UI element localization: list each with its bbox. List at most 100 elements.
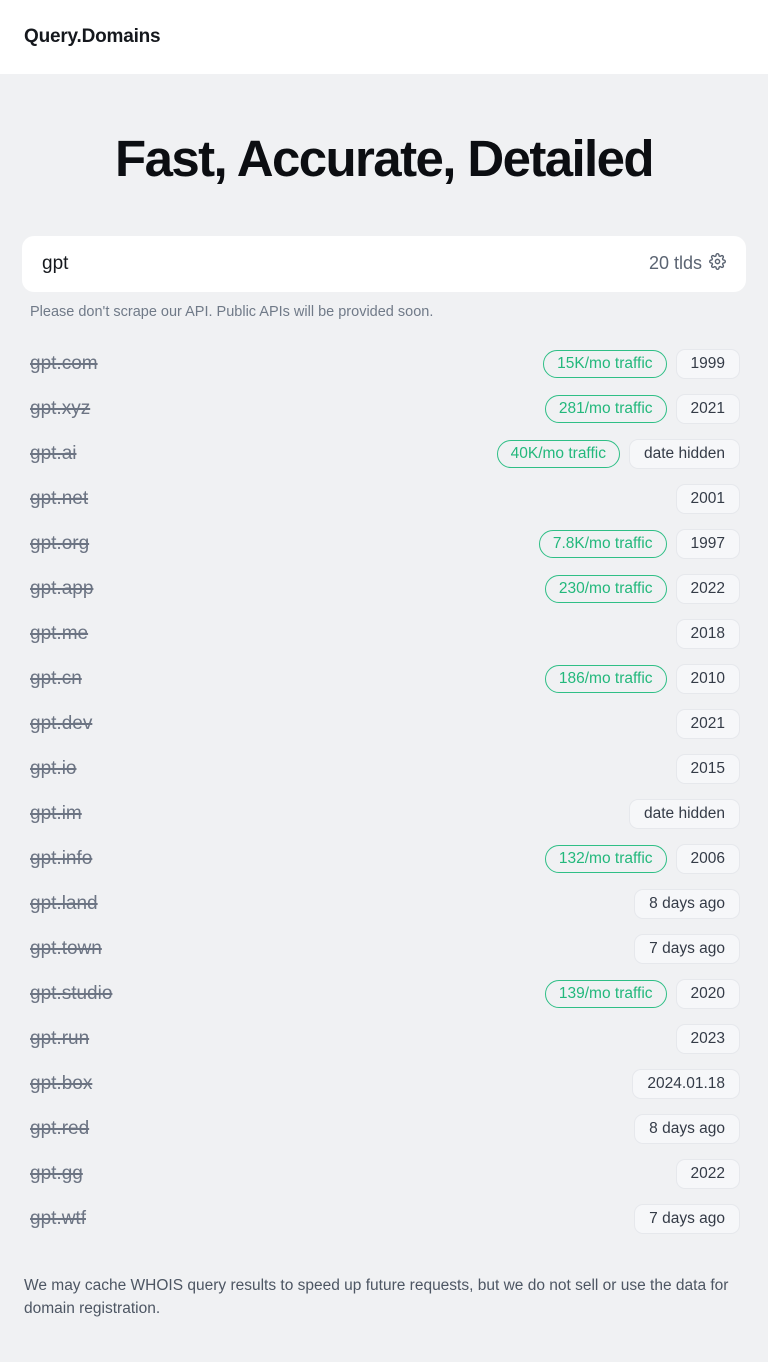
domain-badges: 2024.01.18 (632, 1068, 740, 1100)
traffic-badge: 15K/mo traffic (543, 349, 667, 379)
date-badge: 2015 (675, 753, 740, 785)
date-badge: 8 days ago (634, 888, 740, 920)
tld-count-label: 20 tlds (648, 253, 702, 274)
domain-row[interactable]: gpt.wtf 7 days ago (22, 1197, 746, 1242)
traffic-badge: 139/mo traffic (544, 979, 667, 1009)
domain-row[interactable]: gpt.gg 2022 (22, 1152, 746, 1197)
domain-row[interactable]: gpt.dev 2021 (22, 702, 746, 747)
domain-row[interactable]: gpt.cn 186/mo traffic 2010 (22, 657, 746, 702)
search-input[interactable] (42, 252, 649, 275)
domain-name[interactable]: gpt.xyz (30, 398, 90, 420)
domain-name[interactable]: gpt.com (30, 353, 98, 375)
api-disclaimer: Please don't scrape our API. Public APIs… (30, 303, 434, 320)
date-badge: date hidden (628, 438, 740, 470)
domain-badges: 281/mo traffic 2021 (544, 393, 740, 425)
domain-name[interactable]: gpt.net (30, 488, 88, 510)
date-badge: 8 days ago (634, 1113, 740, 1145)
date-badge: 2021 (675, 708, 740, 740)
domain-name[interactable]: gpt.dev (30, 713, 92, 735)
domain-name[interactable]: gpt.red (30, 1118, 89, 1140)
domain-row[interactable]: gpt.red 8 days ago (22, 1107, 746, 1152)
date-badge: 2023 (675, 1023, 740, 1055)
domain-badges: 2018 (675, 618, 740, 650)
domain-badges: 2015 (675, 753, 740, 785)
domain-row[interactable]: gpt.info 132/mo traffic 2006 (22, 837, 746, 882)
domain-badges: 40K/mo traffic date hidden (496, 438, 740, 470)
domain-name[interactable]: gpt.me (30, 623, 88, 645)
domain-row[interactable]: gpt.land 8 days ago (22, 882, 746, 927)
domain-badges: 2022 (675, 1158, 740, 1190)
domain-results-list: gpt.com 15K/mo traffic 1999 gpt.xyz 281/mo t… (22, 342, 746, 1242)
date-badge: 2020 (675, 978, 740, 1010)
traffic-badge: 7.8K/mo traffic (538, 529, 667, 559)
domain-badges: 2023 (675, 1023, 740, 1055)
domain-badges: 8 days ago (634, 888, 740, 920)
domain-name[interactable]: gpt.im (30, 803, 82, 825)
domain-row[interactable]: gpt.studio 139/mo traffic 2020 (22, 972, 746, 1017)
domain-row[interactable]: gpt.me 2018 (22, 612, 746, 657)
domain-name[interactable]: gpt.wtf (30, 1208, 86, 1230)
domain-row[interactable]: gpt.town 7 days ago (22, 927, 746, 972)
page-title: Fast, Accurate, Detailed (115, 130, 655, 187)
date-badge: 2022 (675, 573, 740, 605)
domain-row[interactable]: gpt.app 230/mo traffic 2022 (22, 567, 746, 612)
date-badge: 2001 (675, 483, 740, 515)
domain-name[interactable]: gpt.cn (30, 668, 82, 690)
domain-name[interactable]: gpt.io (30, 758, 76, 780)
date-badge: 2024.01.18 (632, 1068, 740, 1100)
date-badge: 7 days ago (634, 1203, 740, 1235)
date-badge: 2021 (675, 393, 740, 425)
domain-name[interactable]: gpt.org (30, 533, 89, 555)
domain-badges: 139/mo traffic 2020 (544, 978, 740, 1010)
domain-row[interactable]: gpt.net 2001 (22, 477, 746, 522)
tld-settings-button[interactable]: 20 tlds (648, 252, 726, 275)
date-badge: 2010 (675, 663, 740, 695)
page-body: Fast, Accurate, Detailed 20 tlds Please … (0, 132, 768, 1320)
domain-name[interactable]: gpt.info (30, 848, 92, 870)
domain-badges: 15K/mo traffic 1999 (543, 348, 740, 380)
domain-name[interactable]: gpt.studio (30, 983, 112, 1005)
domain-name[interactable]: gpt.town (30, 938, 102, 960)
domain-badges: date hidden (628, 798, 740, 830)
date-badge: 2022 (675, 1158, 740, 1190)
domain-row[interactable]: gpt.box 2024.01.18 (22, 1062, 746, 1107)
domain-row[interactable]: gpt.run 2023 (22, 1017, 746, 1062)
date-badge: 2018 (675, 618, 740, 650)
domain-name[interactable]: gpt.app (30, 578, 93, 600)
domain-badges: 7 days ago (634, 933, 740, 965)
traffic-badge: 132/mo traffic (544, 844, 667, 874)
date-badge: 1997 (675, 528, 740, 560)
domain-badges: 8 days ago (634, 1113, 740, 1145)
domain-row[interactable]: gpt.com 15K/mo traffic 1999 (22, 342, 746, 387)
domain-badges: 132/mo traffic 2006 (544, 843, 740, 875)
domain-badges: 7 days ago (634, 1203, 740, 1235)
date-badge: 2006 (675, 843, 740, 875)
domain-badges: 186/mo traffic 2010 (544, 663, 740, 695)
domain-name[interactable]: gpt.run (30, 1028, 89, 1050)
domain-name[interactable]: gpt.box (30, 1073, 92, 1095)
domain-badges: 7.8K/mo traffic 1997 (538, 528, 740, 560)
domain-badges: 2021 (675, 708, 740, 740)
whois-cache-disclaimer: We may cache WHOIS query results to spee… (24, 1276, 729, 1317)
domain-row[interactable]: gpt.org 7.8K/mo traffic 1997 (22, 522, 746, 567)
domain-name[interactable]: gpt.land (30, 893, 98, 915)
domain-row[interactable]: gpt.io 2015 (22, 747, 746, 792)
domain-name[interactable]: gpt.ai (30, 443, 76, 465)
date-badge: 7 days ago (634, 933, 740, 965)
brand-logo[interactable]: Query.Domains (24, 26, 161, 48)
domain-row[interactable]: gpt.im date hidden (22, 792, 746, 837)
domain-badges: 230/mo traffic 2022 (544, 573, 740, 605)
traffic-badge: 281/mo traffic (544, 394, 667, 424)
traffic-badge: 230/mo traffic (544, 574, 667, 604)
search-bar[interactable]: 20 tlds (22, 235, 746, 292)
gear-icon[interactable] (709, 252, 726, 275)
traffic-badge: 186/mo traffic (544, 664, 667, 694)
date-badge: 1999 (675, 348, 740, 380)
top-header-bar: Query.Domains (0, 0, 768, 74)
date-badge: date hidden (628, 798, 740, 830)
domain-badges: 2001 (675, 483, 740, 515)
domain-row[interactable]: gpt.ai 40K/mo traffic date hidden (22, 432, 746, 477)
domain-row[interactable]: gpt.xyz 281/mo traffic 2021 (22, 387, 746, 432)
domain-name[interactable]: gpt.gg (30, 1163, 83, 1185)
traffic-badge: 40K/mo traffic (496, 439, 620, 469)
